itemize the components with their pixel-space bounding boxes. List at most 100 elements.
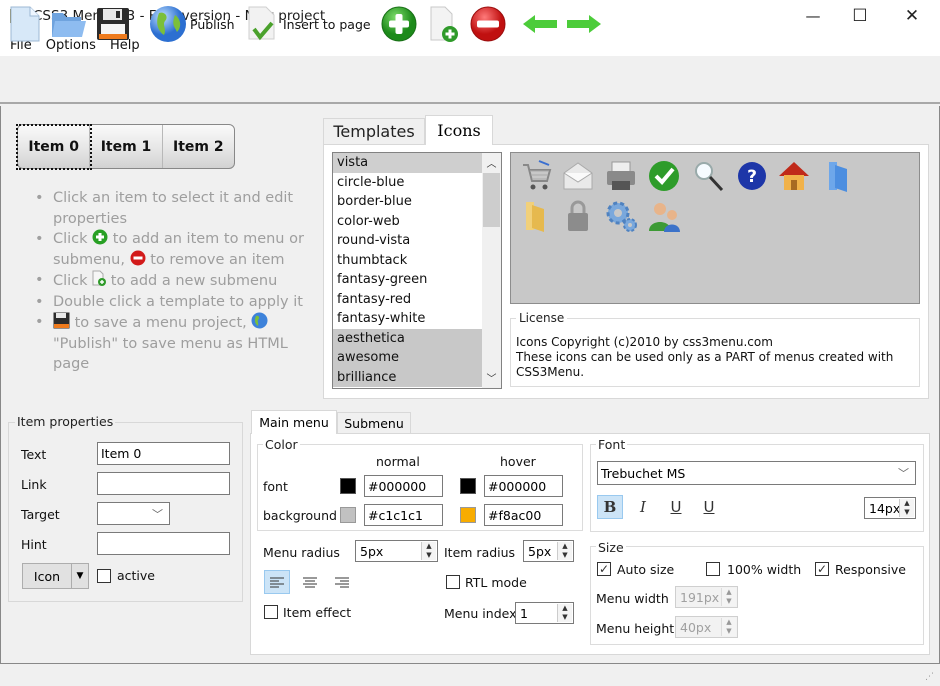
help-instructions: Click an item to select it and edit prop… bbox=[33, 188, 308, 375]
font-size-spinner[interactable]: 14px ▲ ▼ bbox=[864, 497, 916, 519]
preview-menu-item[interactable]: Item 1 bbox=[90, 125, 163, 168]
icon-button-label[interactable]: Icon bbox=[23, 564, 72, 588]
font-normal-swatch[interactable] bbox=[340, 478, 356, 494]
list-item[interactable]: round-vista bbox=[333, 231, 482, 251]
cart-icon[interactable] bbox=[519, 159, 553, 193]
responsive-checkbox[interactable]: ✓ bbox=[815, 562, 829, 576]
item-hint-input[interactable] bbox=[97, 532, 230, 555]
icon-set-list[interactable]: vista circle-blue border-blue color-web … bbox=[332, 152, 502, 389]
font-hover-swatch[interactable] bbox=[460, 478, 476, 494]
list-item[interactable]: vista bbox=[333, 153, 482, 173]
publish-button[interactable]: Publish bbox=[149, 4, 235, 44]
auto-size-checkbox[interactable]: ✓ bbox=[597, 562, 611, 576]
list-item[interactable]: aesthetica bbox=[333, 328, 482, 348]
list-item[interactable]: thumbtack bbox=[333, 251, 482, 271]
list-item[interactable]: border-blue bbox=[333, 192, 482, 212]
envelope-icon[interactable] bbox=[561, 159, 595, 193]
help-icon[interactable]: ? bbox=[735, 159, 769, 193]
preview-menu-item[interactable]: Item 2 bbox=[163, 125, 234, 168]
tab-submenu[interactable]: Submenu bbox=[337, 412, 411, 433]
scrollbar-thumb[interactable] bbox=[483, 173, 500, 227]
spinner-arrows-icon[interactable]: ▲ ▼ bbox=[557, 542, 572, 560]
align-center-button[interactable] bbox=[297, 570, 323, 594]
font-hover-color-input[interactable]: #000000 bbox=[484, 475, 563, 497]
full-width-checkbox[interactable] bbox=[706, 562, 720, 576]
spinner-arrows-icon[interactable]: ▲ ▼ bbox=[899, 499, 914, 517]
item-radius-spinner[interactable]: 5px ▲ ▼ bbox=[523, 540, 574, 562]
align-right-icon bbox=[335, 577, 349, 587]
license-legend: License bbox=[516, 311, 568, 325]
move-right-button[interactable] bbox=[565, 4, 603, 44]
magnifier-icon[interactable] bbox=[691, 159, 725, 193]
open-project-button[interactable] bbox=[51, 4, 87, 44]
add-submenu-button[interactable] bbox=[428, 4, 462, 44]
spinner-arrows-icon[interactable]: ▲ ▼ bbox=[721, 588, 736, 606]
close-button[interactable]: ✕ bbox=[889, 0, 935, 32]
list-item[interactable]: fantasy-green bbox=[333, 270, 482, 290]
spinner-arrows-icon[interactable]: ▲ ▼ bbox=[557, 604, 572, 622]
save-project-button[interactable] bbox=[96, 4, 130, 44]
underline-button[interactable]: U bbox=[663, 495, 689, 519]
list-item[interactable]: color-web bbox=[333, 212, 482, 232]
publish-label: Publish bbox=[190, 16, 235, 32]
help-line: Click to add an item to menu or submenu,… bbox=[33, 229, 308, 270]
scroll-down-arrow-icon[interactable]: ﹀ bbox=[482, 370, 501, 386]
minimize-button[interactable]: — bbox=[790, 0, 836, 32]
tab-icons[interactable]: Icons bbox=[425, 115, 493, 145]
gears-icon[interactable] bbox=[604, 199, 638, 233]
list-item[interactable]: circle-blue bbox=[333, 173, 482, 193]
italic-button[interactable]: I bbox=[630, 495, 656, 519]
home-icon[interactable] bbox=[777, 159, 811, 193]
padlock-icon[interactable] bbox=[561, 199, 595, 233]
underline-hover-button[interactable]: U bbox=[696, 495, 722, 519]
font-family-select[interactable]: Trebuchet MS ﹀ bbox=[597, 461, 916, 485]
tab-main-menu[interactable]: Main menu bbox=[251, 410, 337, 434]
add-item-button[interactable] bbox=[381, 4, 417, 44]
remove-item-button[interactable] bbox=[470, 4, 506, 44]
new-project-button[interactable] bbox=[9, 4, 41, 44]
item-link-input[interactable] bbox=[97, 472, 230, 495]
list-item[interactable]: fantasy-white bbox=[333, 309, 482, 329]
resize-grip-icon[interactable]: ⋰ bbox=[925, 672, 937, 684]
printer-icon[interactable] bbox=[604, 159, 638, 193]
help-line: to save a menu project, "Publish" to sav… bbox=[33, 312, 308, 375]
list-item[interactable]: fantasy-red bbox=[333, 290, 482, 310]
toolbar bbox=[0, 56, 940, 104]
move-left-button[interactable] bbox=[521, 4, 559, 44]
font-normal-color-input[interactable]: #000000 bbox=[364, 475, 443, 497]
tab-templates[interactable]: Templates bbox=[323, 118, 425, 144]
menu-width-spinner[interactable]: 191px ▲ ▼ bbox=[675, 586, 738, 608]
checkmark-icon[interactable] bbox=[647, 159, 681, 193]
yellow-folder-icon[interactable] bbox=[519, 199, 553, 233]
bg-hover-color-input[interactable]: #f8ac00 bbox=[484, 504, 563, 526]
active-checkbox[interactable] bbox=[97, 569, 111, 583]
spinner-arrows-icon[interactable]: ▲ ▼ bbox=[721, 618, 736, 636]
menu-height-spinner[interactable]: 40px ▲ ▼ bbox=[675, 616, 738, 638]
item-effect-checkbox[interactable] bbox=[264, 605, 278, 619]
maximize-button[interactable]: ☐ bbox=[837, 0, 883, 32]
rtl-mode-checkbox[interactable] bbox=[446, 575, 460, 589]
preview-menu-item[interactable]: Item 0 bbox=[18, 125, 91, 168]
bg-hover-swatch[interactable] bbox=[460, 507, 476, 523]
add-circle-icon bbox=[92, 229, 108, 245]
icon-dropdown-button[interactable]: Icon ▼ bbox=[22, 563, 89, 589]
blue-folder-icon[interactable] bbox=[821, 159, 855, 193]
insert-to-page-button[interactable]: Insert to page bbox=[246, 4, 371, 44]
menu-index-spinner[interactable]: 1 ▲ ▼ bbox=[515, 602, 574, 624]
align-left-button[interactable] bbox=[264, 570, 290, 594]
users-icon[interactable] bbox=[647, 199, 681, 233]
bg-normal-swatch[interactable] bbox=[340, 507, 356, 523]
item-text-input[interactable]: Item 0 bbox=[97, 442, 230, 465]
caret-down-icon[interactable]: ▼ bbox=[72, 564, 88, 588]
list-item[interactable]: awesome bbox=[333, 348, 482, 368]
scroll-up-arrow-icon[interactable]: ︿ bbox=[482, 155, 501, 171]
hint-label: Hint bbox=[21, 537, 47, 552]
target-select[interactable]: ﹀ bbox=[97, 502, 170, 525]
align-right-button[interactable] bbox=[329, 570, 355, 594]
bold-button[interactable]: B bbox=[597, 495, 623, 519]
arrow-left-icon bbox=[523, 15, 557, 33]
spinner-arrows-icon[interactable]: ▲ ▼ bbox=[421, 542, 436, 560]
menu-radius-spinner[interactable]: 5px ▲ ▼ bbox=[355, 540, 438, 562]
bg-normal-color-input[interactable]: #c1c1c1 bbox=[364, 504, 443, 526]
list-item[interactable]: brilliance bbox=[333, 367, 482, 387]
